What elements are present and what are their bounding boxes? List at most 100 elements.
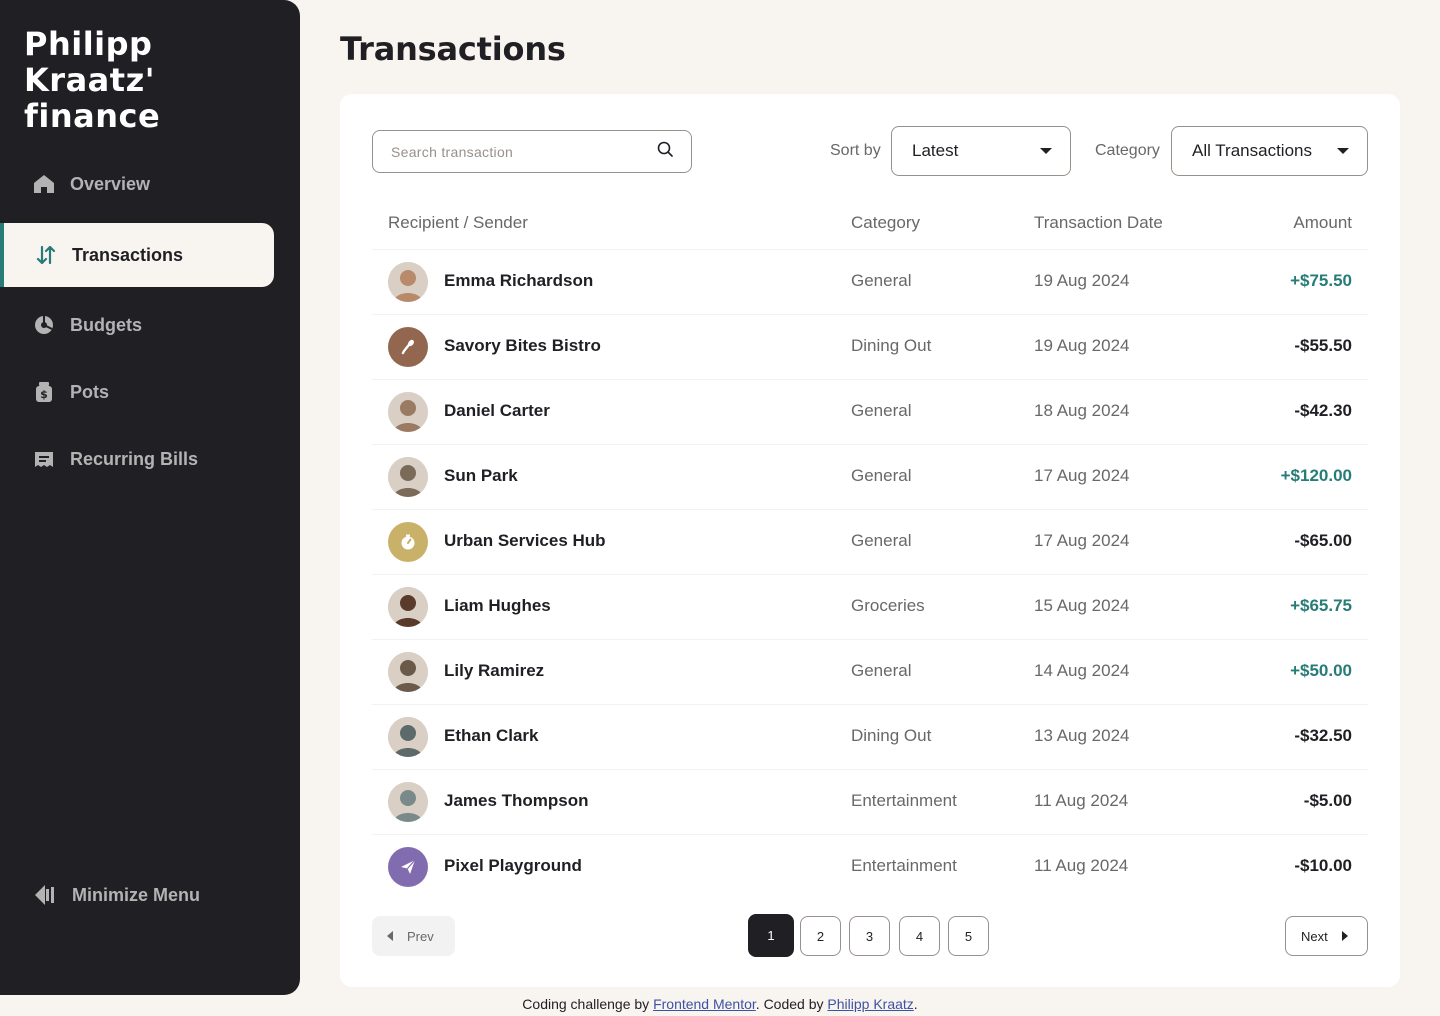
table-row[interactable]: Savory Bites Bistro Dining Out 19 Aug 2024… [372, 315, 1368, 380]
avatar [388, 717, 428, 757]
minimize-arrow-icon [32, 882, 58, 908]
brand-line-1: Philipp Kraatz' [24, 25, 155, 99]
transactions-list: Emma Richardson General 19 Aug 2024 +$75.50… [372, 250, 1368, 900]
clock-icon [388, 522, 428, 562]
avatar [388, 587, 428, 627]
caret-left-icon [387, 931, 393, 941]
sidebar-item-label: Overview [70, 173, 151, 194]
page-button-1[interactable]: 1 [748, 914, 794, 957]
next-label: Next [1301, 928, 1328, 944]
transactions-card: Sort by Latest Category All Transactions… [340, 94, 1400, 987]
pie-chart-icon [32, 313, 56, 337]
table-row[interactable]: Urban Services Hub General 17 Aug 2024 -$65… [372, 510, 1368, 575]
page-button-2[interactable]: 2 [800, 916, 841, 956]
next-button[interactable]: Next [1285, 916, 1368, 956]
recipient-name: Emma Richardson [444, 271, 594, 290]
sort-selected-value: Latest [912, 141, 959, 160]
sidebar-item-overview[interactable]: Overview [0, 156, 274, 212]
chevron-down-icon [1337, 148, 1349, 154]
table-row[interactable]: Pixel Playground Entertainment 11 Aug 2024… [372, 835, 1368, 900]
avatar [388, 652, 428, 692]
search-icon[interactable] [657, 141, 673, 162]
home-icon [32, 172, 56, 196]
recipient-name: Daniel Carter [444, 401, 550, 420]
page-button-3[interactable]: 3 [849, 916, 890, 956]
sidebar-item-transactions[interactable]: Transactions [0, 223, 274, 287]
table-row[interactable]: Ethan Clark Dining Out 13 Aug 2024 -$32.50 [372, 705, 1368, 770]
receipt-icon [32, 447, 56, 471]
recipient-name: Pixel Playground [444, 856, 582, 875]
fork-icon [388, 327, 428, 367]
brand-logo: Philipp Kraatz' finance [24, 26, 294, 134]
transaction-date: 15 Aug 2024 [1034, 596, 1130, 615]
recipient-name: Sun Park [444, 466, 518, 485]
avatar [388, 457, 428, 497]
transaction-category: General [851, 271, 912, 290]
header-date: Transaction Date [1034, 213, 1163, 232]
frontend-mentor-link[interactable]: Frontend Mentor [653, 996, 756, 1012]
chevron-down-icon [1040, 148, 1052, 154]
header-category: Category [851, 213, 920, 232]
transaction-date: 17 Aug 2024 [1034, 531, 1130, 550]
footer-text: Coding challenge by [522, 996, 654, 1012]
transaction-date: 11 Aug 2024 [1034, 856, 1129, 875]
sidebar: Philipp Kraatz' finance Overview Transac… [0, 0, 300, 995]
sidebar-item-label: Recurring Bills [70, 448, 199, 469]
transaction-amount: +$65.75 [1290, 596, 1352, 615]
transaction-amount: -$10.00 [1294, 856, 1352, 875]
paper-plane-icon [388, 847, 428, 887]
transaction-date: 18 Aug 2024 [1034, 401, 1130, 420]
page-button-4[interactable]: 4 [899, 916, 940, 956]
transaction-category: Dining Out [851, 336, 932, 355]
transaction-date: 17 Aug 2024 [1034, 466, 1130, 485]
sidebar-item-pots[interactable]: $ Pots [0, 364, 274, 420]
recipient-name: Ethan Clark [444, 726, 539, 745]
sidebar-item-label: Transactions [72, 244, 184, 265]
transaction-amount: +$75.50 [1290, 271, 1352, 290]
transaction-date: 13 Aug 2024 [1034, 726, 1130, 745]
sidebar-item-label: Pots [70, 381, 110, 402]
page-number: 4 [915, 928, 924, 944]
recipient-name: James Thompson [444, 791, 589, 810]
avatar [388, 392, 428, 432]
table-row[interactable]: Lily Ramirez General 14 Aug 2024 +$50.00 [372, 640, 1368, 705]
transaction-date: 14 Aug 2024 [1034, 661, 1130, 680]
page-button-5[interactable]: 5 [948, 916, 989, 956]
author-link[interactable]: Philipp Kraatz [827, 996, 913, 1012]
transaction-category: General [851, 401, 912, 420]
table-row[interactable]: Liam Hughes Groceries 15 Aug 2024 +$65.75 [372, 575, 1368, 640]
category-label: Category [1095, 142, 1160, 159]
search-input[interactable] [391, 143, 631, 160]
transaction-category: Groceries [851, 596, 925, 615]
prev-button[interactable]: Prev [372, 916, 455, 956]
table-row[interactable]: Emma Richardson General 19 Aug 2024 +$75.50 [372, 250, 1368, 315]
brand-line-2: finance [24, 97, 161, 135]
caret-right-icon [1341, 931, 1348, 941]
minimize-menu-button[interactable]: Minimize Menu [32, 882, 200, 908]
category-select[interactable]: All Transactions [1171, 126, 1368, 176]
table-row[interactable]: James Thompson Entertainment 11 Aug 2024 -$… [372, 770, 1368, 835]
page-number: 5 [964, 928, 973, 944]
minimize-menu-label: Minimize Menu [72, 884, 201, 905]
footer-text: . [913, 996, 918, 1012]
table-row[interactable]: Sun Park General 17 Aug 2024 +$120.00 [372, 445, 1368, 510]
sidebar-item-budgets[interactable]: Budgets [0, 297, 274, 353]
sidebar-item-recurring-bills[interactable]: Recurring Bills [0, 431, 274, 487]
category-selected-value: All Transactions [1192, 141, 1312, 160]
header-amount: Amount [1293, 213, 1352, 232]
prev-label: Prev [407, 928, 434, 944]
recipient-name: Lily Ramirez [444, 661, 545, 680]
footer: Coding challenge by Frontend Mentor. Cod… [0, 996, 1440, 1012]
arrows-up-down-icon [34, 243, 58, 267]
page-number: 2 [816, 928, 825, 944]
page-title: Transactions [340, 30, 566, 68]
transaction-amount: +$50.00 [1290, 661, 1352, 680]
transaction-amount: -$42.30 [1294, 401, 1352, 420]
transaction-amount: -$32.50 [1294, 726, 1352, 745]
transaction-category: Dining Out [851, 726, 932, 745]
page-number: 3 [865, 928, 874, 944]
transaction-category: Entertainment [851, 856, 957, 875]
transaction-amount: +$120.00 [1280, 466, 1352, 485]
sort-select[interactable]: Latest [891, 126, 1071, 176]
table-row[interactable]: Daniel Carter General 18 Aug 2024 -$42.30 [372, 380, 1368, 445]
